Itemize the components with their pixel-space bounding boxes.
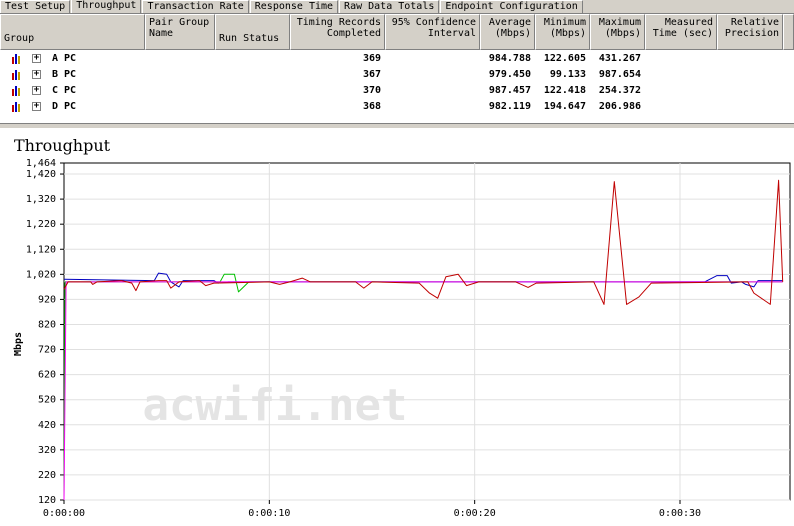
col-header-group[interactable]: Group bbox=[0, 14, 145, 50]
tab-response-time[interactable]: Response Time bbox=[249, 0, 339, 13]
row-average: 984.788 bbox=[488, 53, 531, 64]
table-row[interactable]: + A PC 369 984.788 122.605 431.267 bbox=[0, 51, 794, 67]
x-tick-label: 0:00:30 bbox=[659, 508, 701, 519]
row-average: 982.119 bbox=[488, 101, 531, 112]
y-tick-label: 220 bbox=[38, 470, 56, 481]
y-tick-label: 1,420 bbox=[26, 169, 56, 180]
col-header-relative-precision[interactable]: Relative Precision bbox=[717, 14, 783, 50]
row-maximum: 206.986 bbox=[598, 101, 641, 112]
bar-chart-icon bbox=[12, 102, 20, 112]
tab-bar: Test Setup Throughput Transaction Rate R… bbox=[0, 0, 794, 13]
y-tick-label: 1,320 bbox=[26, 194, 56, 205]
throughput-chart: 1,4641,420 1,320 1,220 1,120 1,020 920 820 720 6… bbox=[13, 158, 791, 519]
y-tick-label: 120 bbox=[38, 495, 56, 506]
results-table: Group Pair Group Name Run Status Timing … bbox=[0, 13, 794, 124]
y-tick-label: 1,120 bbox=[26, 244, 56, 255]
row-records: 369 bbox=[362, 53, 381, 64]
throughput-chart-panel: Throughput 1,464 1,420 1,320 1,220 1,120 1,02… bbox=[0, 128, 794, 526]
row-records: 368 bbox=[362, 101, 381, 112]
row-minimum: 194.647 bbox=[543, 101, 586, 112]
y-tick-label: 1,020 bbox=[26, 269, 56, 280]
y-tick-label: 1,220 bbox=[26, 219, 56, 230]
tab-endpoint-configuration[interactable]: Endpoint Configuration bbox=[440, 0, 583, 13]
bar-chart-icon bbox=[12, 86, 20, 96]
col-header-measured-time[interactable]: Measured Time (sec) bbox=[645, 14, 717, 50]
row-average: 979.450 bbox=[488, 69, 531, 80]
row-maximum: 431.267 bbox=[598, 53, 641, 64]
y-tick-label: 420 bbox=[38, 420, 56, 431]
col-header-maximum[interactable]: Maximum (Mbps) bbox=[590, 14, 645, 50]
expand-icon[interactable]: + bbox=[32, 54, 41, 63]
row-average: 987.457 bbox=[488, 85, 531, 96]
table-header: Group Pair Group Name Run Status Timing … bbox=[0, 14, 794, 50]
row-group: D PC bbox=[52, 101, 77, 112]
y-tick-label: 720 bbox=[38, 345, 56, 356]
x-tick-label: 0:00:10 bbox=[248, 508, 290, 519]
row-minimum: 99.133 bbox=[549, 69, 586, 80]
col-header-pair-group[interactable]: Pair Group Name bbox=[145, 14, 215, 50]
y-tick-label: 920 bbox=[38, 294, 56, 305]
row-group: A PC bbox=[52, 53, 77, 64]
bar-chart-icon bbox=[12, 70, 20, 80]
x-tick-label: 0:00:20 bbox=[454, 508, 496, 519]
tab-throughput[interactable]: Throughput bbox=[71, 0, 142, 13]
table-row[interactable]: + C PC 370 987.457 122.418 254.372 bbox=[0, 83, 794, 99]
row-maximum: 987.654 bbox=[598, 69, 641, 80]
col-header-run-status[interactable]: Run Status bbox=[215, 14, 290, 50]
col-header-confidence[interactable]: 95% Confidence Interval bbox=[385, 14, 480, 50]
expand-icon[interactable]: + bbox=[32, 102, 41, 111]
tab-transaction-rate[interactable]: Transaction Rate bbox=[142, 0, 249, 13]
y-tick-label: 520 bbox=[38, 395, 56, 406]
table-row[interactable]: + B PC 367 979.450 99.133 987.654 bbox=[0, 67, 794, 83]
row-group: B PC bbox=[52, 69, 77, 80]
row-minimum: 122.605 bbox=[543, 53, 586, 64]
row-minimum: 122.418 bbox=[543, 85, 586, 96]
expand-icon[interactable]: + bbox=[32, 70, 41, 79]
col-header-filler bbox=[783, 14, 794, 50]
bar-chart-icon bbox=[12, 54, 20, 64]
col-header-timing-records[interactable]: Timing Records Completed bbox=[290, 14, 385, 50]
expand-icon[interactable]: + bbox=[32, 86, 41, 95]
tab-test-setup[interactable]: Test Setup bbox=[0, 0, 71, 13]
col-header-average[interactable]: Average (Mbps) bbox=[480, 14, 535, 50]
col-header-minimum[interactable]: Minimum (Mbps) bbox=[535, 14, 590, 50]
y-tick-label: 820 bbox=[38, 319, 56, 330]
table-row[interactable]: + D PC 368 982.119 194.647 206.986 bbox=[0, 99, 794, 115]
x-tick-label: 0:00:00 bbox=[43, 508, 85, 519]
row-maximum: 254.372 bbox=[598, 85, 641, 96]
watermark: acwifi.net bbox=[143, 380, 408, 431]
y-axis-label: Mbps bbox=[13, 332, 24, 356]
y-tick-label: 320 bbox=[38, 445, 56, 456]
y-tick-label: 620 bbox=[38, 370, 56, 381]
row-records: 370 bbox=[362, 85, 381, 96]
y-tick-label: 1,464 bbox=[26, 158, 56, 169]
row-group: C PC bbox=[52, 85, 77, 96]
tab-raw-data-totals[interactable]: Raw Data Totals bbox=[339, 0, 440, 13]
row-records: 367 bbox=[362, 69, 381, 80]
